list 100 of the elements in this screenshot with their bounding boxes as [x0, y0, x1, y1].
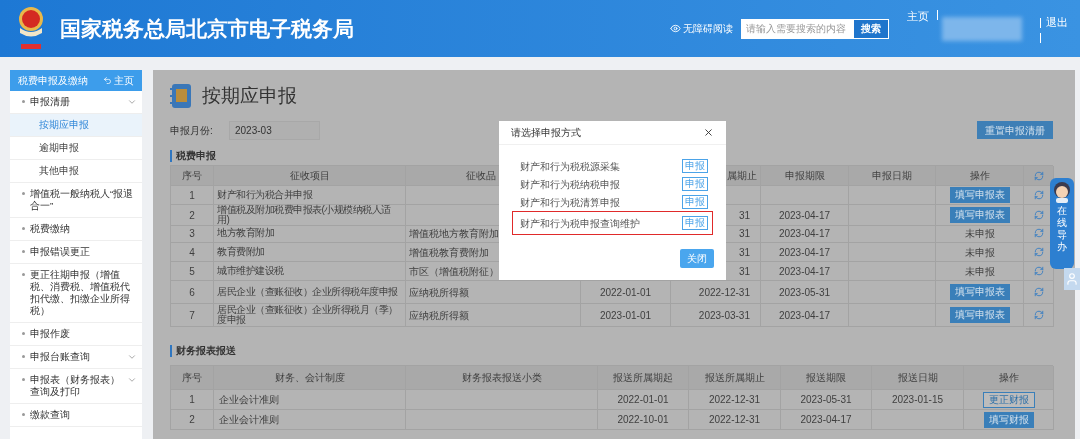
table-cell: 教育费附加 [214, 243, 406, 262]
sidebar-item[interactable]: 申报台账查询 [10, 346, 142, 369]
column-header: 财务报表报送小类 [406, 366, 598, 390]
refresh-icon[interactable] [1033, 210, 1044, 220]
sidebar-item[interactable]: 申报表（财务报表）查询及打印 [10, 369, 142, 404]
table-cell: 2 [171, 205, 214, 226]
user-service-icon[interactable] [1064, 268, 1080, 290]
sidebar-subitem[interactable]: 其他申报 [10, 160, 142, 183]
table-cell: 2023-05-31 [781, 390, 872, 410]
fill-report-button[interactable]: 填写财报 [983, 411, 1034, 428]
sidebar-subitem[interactable]: 逾期申报 [10, 137, 142, 160]
fill-form-button[interactable]: 填写申报表 [949, 207, 1010, 223]
table-cell: 3 [171, 224, 214, 243]
home-link[interactable]: 主页 [907, 8, 929, 25]
table-cell: 2022-12-31 [689, 410, 781, 430]
table-cell: 2022-01-01 [581, 281, 671, 304]
accessibility-link[interactable]: 无障碍阅读 [683, 21, 733, 36]
close-icon[interactable] [703, 127, 714, 138]
table-cell: 企业会计准则 [214, 410, 406, 430]
table-cell: 居民企业（查账征收）企业所得税年度申报 [214, 281, 406, 304]
table-cell: 城市维护建设税 [214, 262, 406, 281]
table-cell: 应纳税所得额 [406, 304, 581, 327]
sidebar-item[interactable]: 缴款查询 [10, 404, 142, 427]
table-cell: 2023-01-01 [581, 304, 671, 327]
sidebar-item[interactable]: 申报作废 [10, 323, 142, 346]
sidebar-item[interactable]: 申报错误更正 [10, 241, 142, 264]
column-header: 申报期限 [761, 166, 849, 186]
column-header: 序号 [171, 166, 214, 186]
month-field[interactable]: 2023-03 [229, 120, 320, 140]
section-heading: 财务报表报送 [176, 344, 236, 358]
refresh-icon[interactable] [1033, 247, 1044, 257]
column-header: 操作 [936, 166, 1024, 186]
table-cell: 2023-04-17 [761, 224, 849, 243]
column-header: 序号 [171, 366, 214, 390]
dialog-title: 请选择申报方式 [511, 126, 581, 140]
table-cell: 财产和行为税合并申报 [214, 186, 406, 205]
sidebar-home-link[interactable]: 主页 [114, 73, 134, 88]
table-cell: 企业会计准则 [214, 390, 406, 410]
sidebar-item[interactable]: 增值税一般纳税人“报退合一” [10, 183, 142, 218]
dialog-close-button[interactable]: 关闭 [680, 249, 714, 268]
table-cell: 2023-04-17 [761, 243, 849, 262]
refresh-icon[interactable] [1033, 228, 1044, 238]
status-text: 未申报 [964, 245, 995, 260]
column-header: 申报日期 [849, 166, 936, 186]
column-header: 征收项目 [214, 166, 406, 186]
table-cell: 6 [171, 281, 214, 304]
table-cell: 2 [171, 410, 214, 430]
assistant-tab[interactable]: 在线导办 [1050, 178, 1074, 269]
table-cell: 2022-12-31 [671, 281, 761, 304]
table-cell: 增值税及附加税费申报表(小规模纳税人适用) [214, 205, 406, 226]
table-cell: 2022-12-31 [689, 390, 781, 410]
sidebar-item[interactable]: 更正往期申报（增值税、消费税、增值税代扣代缴、扣缴企业所得税） [10, 264, 142, 323]
table-cell: 2023-04-17 [761, 304, 849, 327]
sidebar-item[interactable]: 税费缴纳 [10, 218, 142, 241]
notebook-icon [170, 83, 192, 109]
table-cell: 4 [171, 243, 214, 262]
section-heading: 税费申报 [176, 149, 216, 163]
column-header: 财务、会计制度 [214, 366, 406, 390]
table-cell: 1 [171, 390, 214, 410]
column-header: 报送日期 [872, 366, 964, 390]
option-label: 财产和行为税清算申报 [520, 195, 620, 210]
table-cell: 地方教育附加 [214, 224, 406, 243]
search-field[interactable]: 请输入需要搜索的内容 [741, 18, 853, 39]
refresh-icon[interactable] [1033, 287, 1044, 297]
column-header: 报送所属期止 [689, 366, 781, 390]
fill-form-button[interactable]: 填写申报表 [949, 307, 1010, 323]
table-cell: 2023-04-17 [761, 205, 849, 226]
fill-form-button[interactable]: 填写申报表 [949, 284, 1010, 300]
declare-button[interactable]: 申报 [682, 177, 708, 191]
sidebar-subitem[interactable]: 按期应申报 [10, 114, 142, 137]
table-cell: 2023-04-17 [781, 410, 872, 430]
table-cell: 2023-01-15 [872, 390, 964, 410]
reset-list-button[interactable]: 重置申报清册 [977, 121, 1053, 139]
fill-form-button[interactable]: 填写申报表 [949, 187, 1010, 203]
month-label: 申报月份: [170, 123, 214, 138]
declare-button[interactable]: 申报 [682, 195, 708, 209]
table-cell: 2023-03-31 [671, 304, 761, 327]
sidebar-title: 税费申报及缴纳 [18, 74, 88, 88]
search-button[interactable]: 搜索 [853, 18, 889, 39]
logout-link[interactable]: 退出 [1046, 14, 1068, 31]
table-cell: 1 [171, 186, 214, 205]
table-cell: 2022-10-01 [598, 410, 689, 430]
refresh-icon[interactable] [1033, 266, 1044, 276]
assistant-avatar-icon [1052, 181, 1072, 203]
correct-report-button[interactable]: 更正财报 [982, 391, 1035, 408]
eye-icon [670, 23, 681, 34]
refresh-icon[interactable] [1033, 190, 1044, 200]
table-cell: 2023-04-17 [761, 262, 849, 281]
declare-button[interactable]: 申报 [682, 216, 708, 230]
status-text: 未申报 [964, 264, 995, 279]
table-cell: 7 [171, 304, 214, 327]
table-cell: 应纳税所得额 [406, 281, 581, 304]
assistant-label: 在线导办 [1057, 205, 1067, 253]
column-header: 报送所属期起 [598, 366, 689, 390]
column-header: 操作 [964, 366, 1054, 390]
status-text: 未申报 [964, 226, 995, 241]
refresh-icon[interactable] [1033, 310, 1044, 320]
refresh-icon[interactable] [1033, 170, 1044, 181]
table-cell: 2022-01-01 [598, 390, 689, 410]
declare-button[interactable]: 申报 [682, 159, 708, 173]
